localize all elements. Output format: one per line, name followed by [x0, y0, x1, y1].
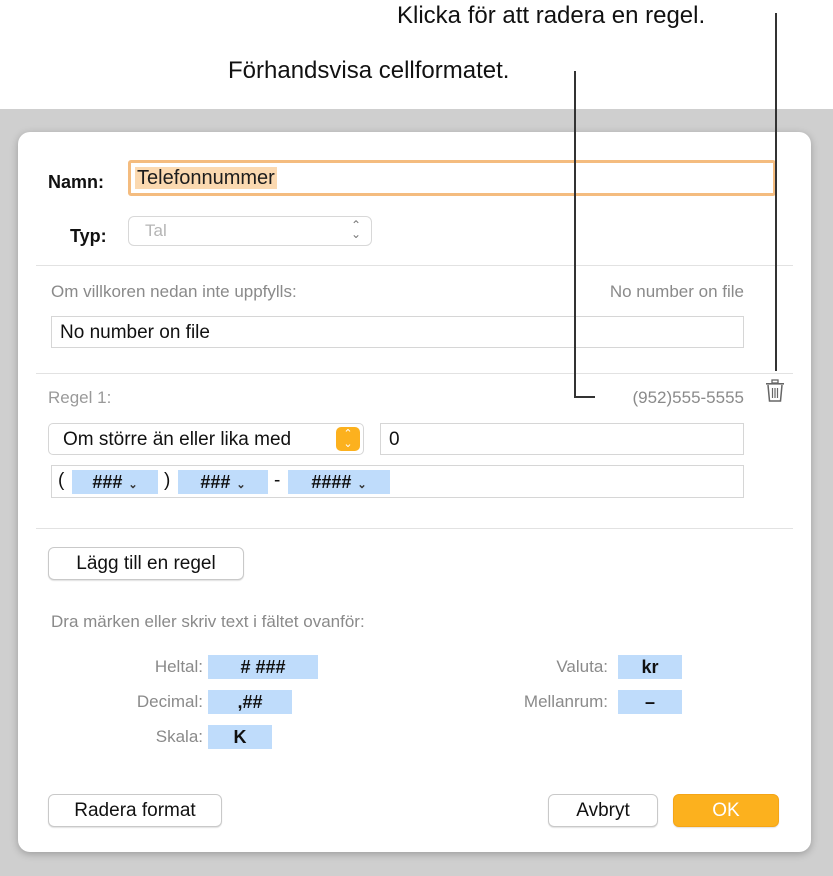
- divider: [36, 265, 793, 266]
- token-integer[interactable]: # ###: [208, 655, 318, 679]
- cancel-button[interactable]: Avbryt: [548, 794, 658, 827]
- custom-format-dialog: Namn: Telefonnummer Typ: Tal ⌃ ⌄ Om villk…: [18, 132, 811, 852]
- chevron-down-icon: ⌄: [128, 479, 138, 491]
- format-prefix: (: [58, 470, 65, 491]
- type-select[interactable]: Tal ⌃ ⌄: [128, 216, 372, 246]
- name-field[interactable]: Telefonnummer: [128, 160, 776, 196]
- ok-button[interactable]: OK: [673, 794, 779, 827]
- condition-value-field[interactable]: 0: [380, 423, 744, 455]
- chevron-down-icon: ⌄: [357, 479, 367, 491]
- type-label: Typ:: [70, 226, 107, 246]
- updown-chevron-icon: ⌃ ⌄: [350, 218, 361, 241]
- chevron-down-icon: ⌄: [236, 479, 246, 491]
- callout-leader-preview-tick: [574, 396, 595, 398]
- delete-format-button[interactable]: Radera format: [48, 794, 222, 827]
- token-label-space: Mellanrum:: [523, 692, 608, 711]
- token-label-scale: Skala:: [155, 727, 203, 746]
- format-token-label: ####: [311, 472, 352, 492]
- format-token[interactable]: ### ⌄: [178, 470, 268, 494]
- token-currency[interactable]: kr: [618, 655, 682, 679]
- format-prefix: ): [164, 470, 171, 491]
- token-hint: Dra märken eller skriv text i fältet ova…: [51, 612, 365, 631]
- updown-chevron-icon: ⌃ ⌄: [336, 427, 360, 451]
- rule-preview: (952)555-5555: [632, 388, 744, 407]
- token-decimal[interactable]: ,##: [208, 690, 292, 714]
- add-rule-button[interactable]: Lägg till en regel: [48, 547, 244, 580]
- token-label-integer: Heltal:: [154, 657, 203, 676]
- callout-preview-format: Förhandsvisa cellformatet.: [228, 57, 510, 84]
- condition-value: Om större än eller lika med: [63, 429, 292, 450]
- trash-icon[interactable]: [764, 378, 788, 406]
- fallback-label: Om villkoren nedan inte uppfylls:: [51, 282, 297, 301]
- format-token-label: ###: [200, 472, 231, 492]
- type-value: Tal: [145, 221, 167, 240]
- condition-select[interactable]: Om större än eller lika med ⌃ ⌄: [48, 423, 364, 455]
- rule-label: Regel 1:: [48, 388, 112, 407]
- token-space[interactable]: –: [618, 690, 682, 714]
- token-scale[interactable]: K: [208, 725, 272, 749]
- name-label: Namn:: [48, 172, 105, 192]
- format-prefix: -: [274, 470, 281, 491]
- name-value: Telefonnummer: [135, 167, 277, 189]
- callout-delete-rule: Klicka för att radera en regel.: [397, 2, 706, 29]
- callout-leader-preview: [574, 71, 576, 397]
- divider: [36, 373, 793, 374]
- callout-leader-delete: [775, 13, 777, 371]
- format-token[interactable]: #### ⌄: [288, 470, 390, 494]
- fallback-text-field[interactable]: No number on file: [51, 316, 744, 348]
- token-label-decimal: Decimal:: [136, 692, 203, 711]
- format-token-label: ###: [92, 472, 123, 492]
- fallback-preview: No number on file: [609, 282, 744, 301]
- divider: [36, 528, 793, 529]
- format-field[interactable]: ( ### ⌄ ) ### ⌄ - #### ⌄: [51, 465, 744, 498]
- token-label-currency: Valuta:: [556, 657, 608, 676]
- format-token[interactable]: ### ⌄: [72, 470, 158, 494]
